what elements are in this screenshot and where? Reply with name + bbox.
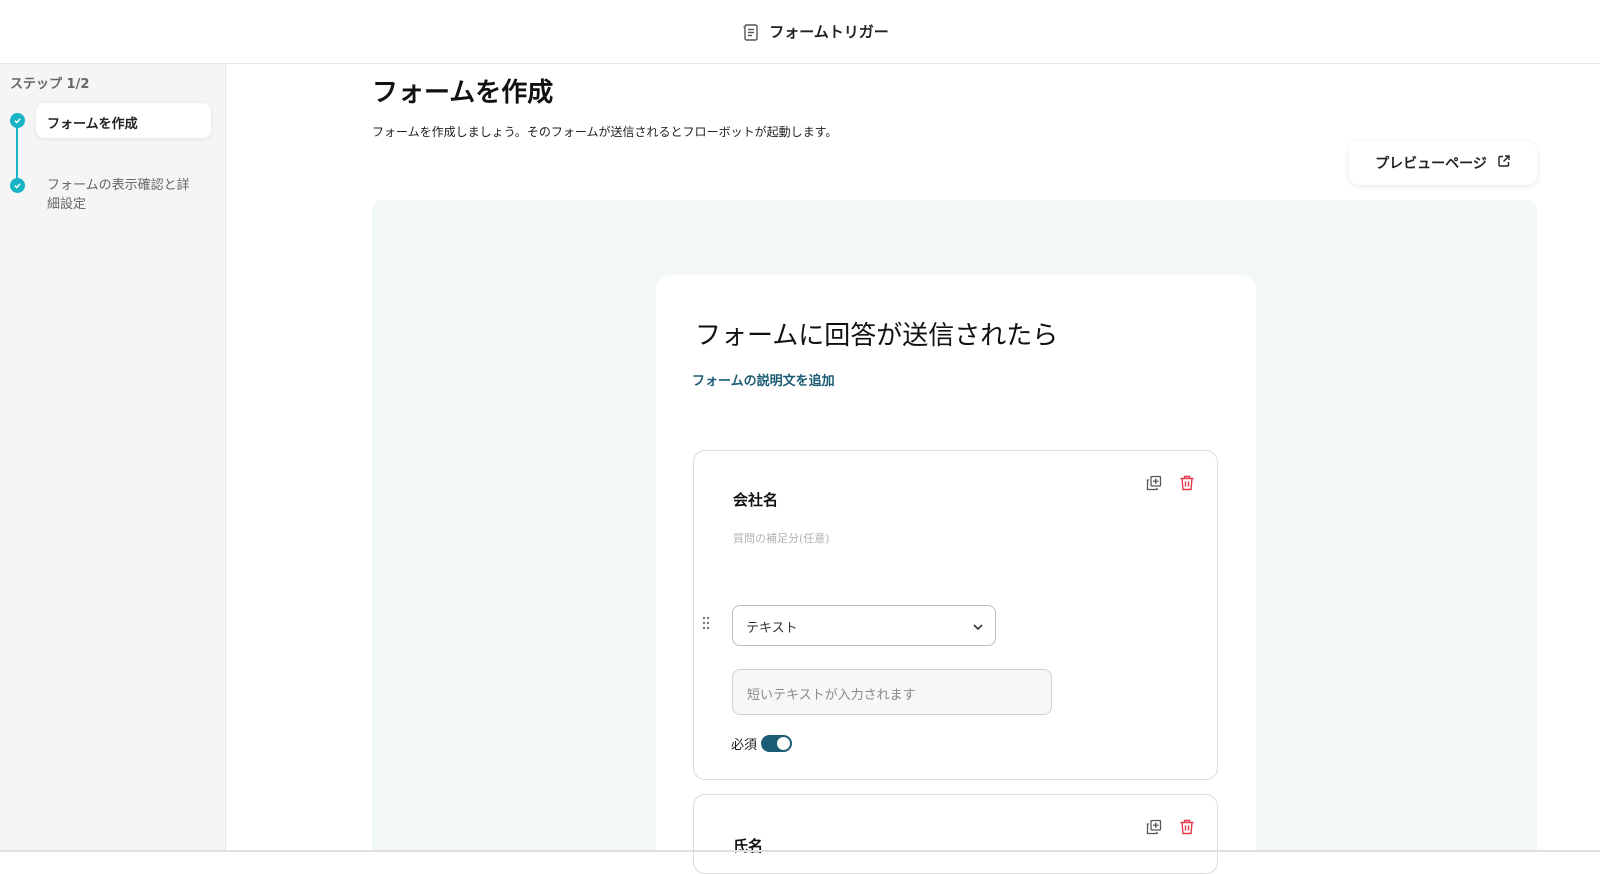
header-title-group: フォームトリガー: [741, 21, 889, 42]
question-type-select[interactable]: テキスト: [732, 605, 996, 646]
required-label: 必須: [731, 738, 758, 753]
duplicate-icon[interactable]: [1144, 473, 1164, 493]
page-description: フォームを作成しましょう。そのフォームが送信されるとフローボットが起動します。: [372, 125, 838, 139]
app-title: フォームトリガー: [769, 23, 889, 41]
form-card: フォームに回答が送信されたら フォームの説明文を追加 会社名 質問の補足分(任意…: [656, 275, 1256, 874]
question-card[interactable]: 氏名: [693, 794, 1218, 874]
duplicate-icon[interactable]: [1144, 817, 1164, 837]
answer-preview-field: 短いテキストが入力されます: [732, 669, 1052, 715]
form-doc-icon: [741, 22, 761, 42]
preview-page-button[interactable]: プレビューページ: [1349, 141, 1537, 185]
step-sidebar: ステップ 1/2 フォームを作成 フォームの表示確認と詳細設定: [0, 64, 226, 852]
required-toggle[interactable]: [761, 735, 793, 752]
question-title[interactable]: 氏名: [733, 835, 763, 856]
sidebar-step-confirm-settings[interactable]: フォームの表示確認と詳細設定: [47, 176, 197, 214]
step-counter: ステップ 1/2: [10, 77, 90, 92]
page-title: フォームを作成: [372, 78, 554, 108]
question-card[interactable]: 会社名 質問の補足分(任意) テキスト 短いテキストが入力されます 必須: [693, 450, 1218, 780]
add-form-description-link[interactable]: フォームの説明文を追加: [692, 370, 835, 389]
drag-handle-icon[interactable]: [700, 615, 712, 631]
step-check-icon: [10, 178, 25, 193]
trash-icon[interactable]: [1177, 817, 1197, 837]
trash-icon[interactable]: [1177, 473, 1197, 493]
question-title[interactable]: 会社名: [733, 489, 778, 510]
toggle-knob: [777, 737, 791, 750]
step-connector-line: [16, 122, 18, 184]
required-setting: 必須: [731, 734, 793, 753]
chevron-down-icon: [971, 620, 985, 634]
step-check-icon: [10, 113, 25, 128]
form-title[interactable]: フォームに回答が送信されたら: [695, 315, 1058, 352]
external-link-icon: [1497, 154, 1511, 172]
question-subtitle-placeholder[interactable]: 質問の補足分(任意): [733, 530, 830, 546]
question-type-value: テキスト: [746, 621, 798, 636]
sidebar-step-create-form[interactable]: フォームを作成: [36, 103, 211, 138]
top-header: フォームトリガー: [0, 0, 1600, 64]
preview-button-label: プレビューページ: [1375, 156, 1487, 172]
